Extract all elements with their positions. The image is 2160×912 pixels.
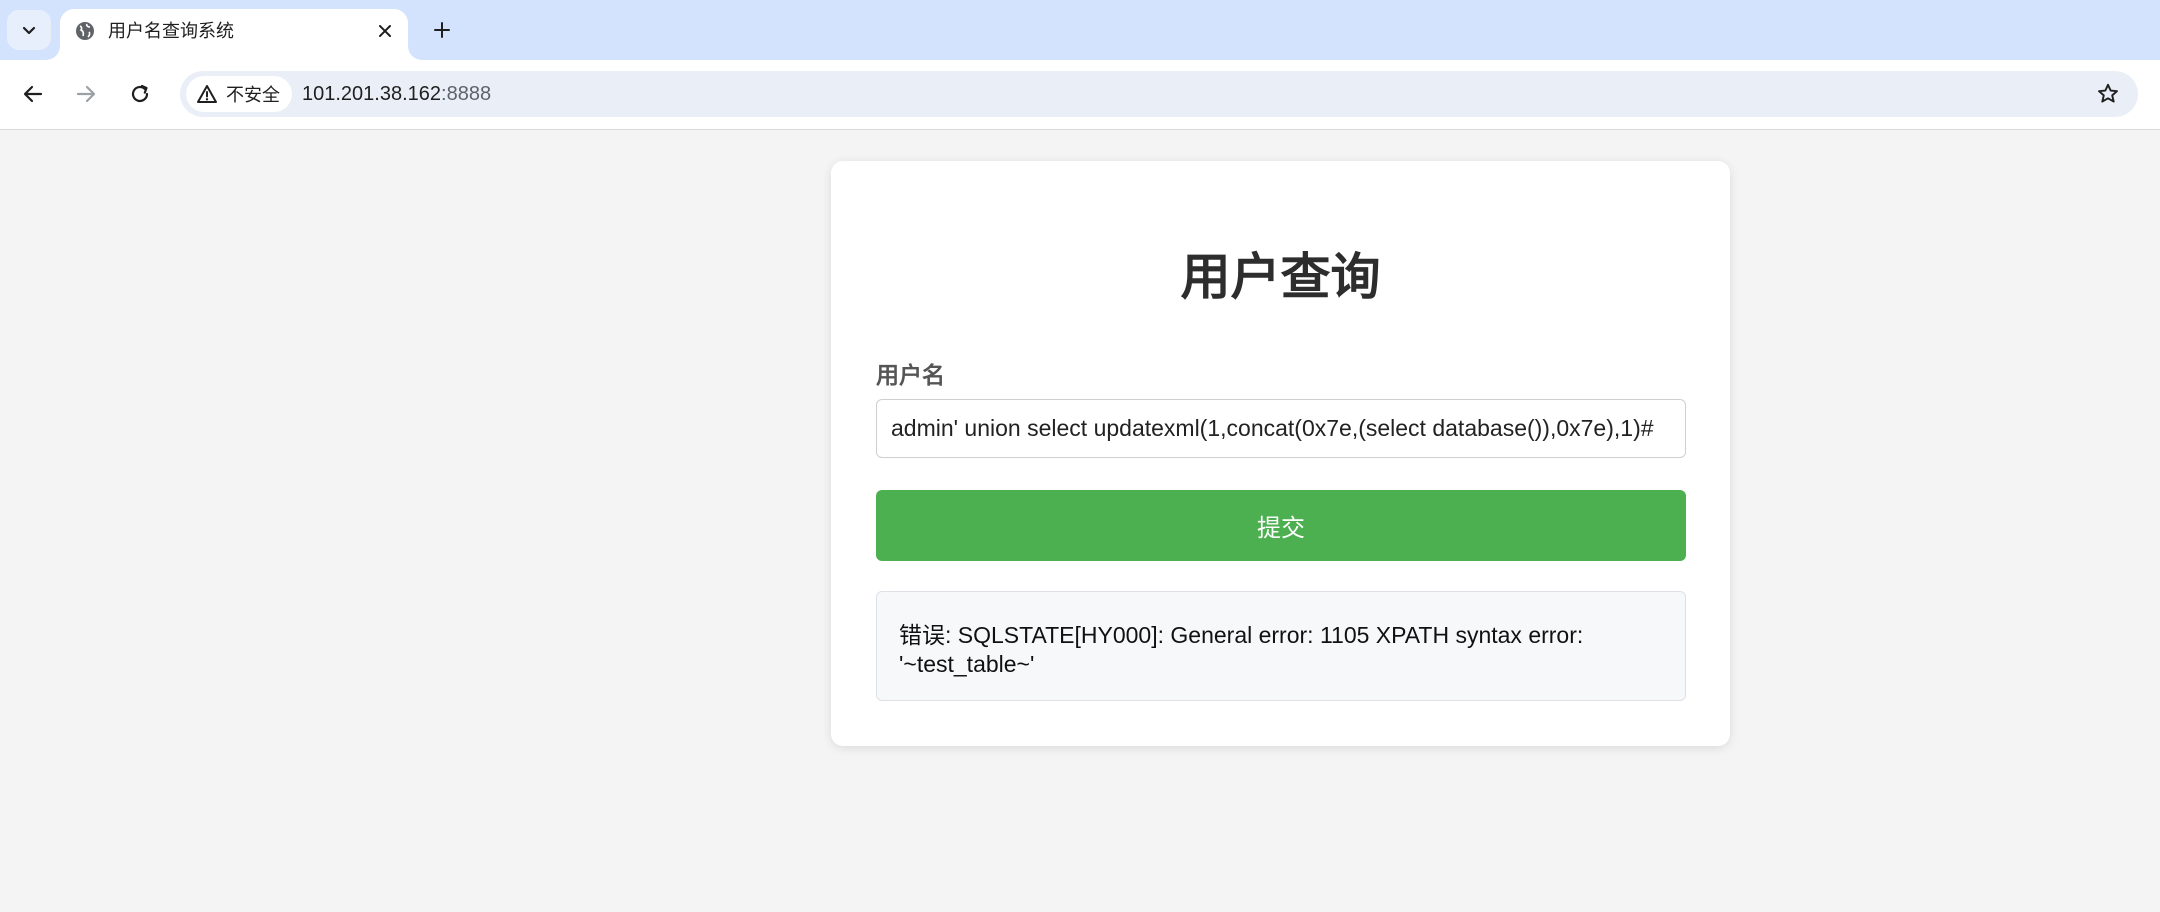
result-message: 错误: SQLSTATE[HY000]: General error: 1105… (876, 591, 1686, 701)
tab-title: 用户名查询系统 (108, 21, 234, 41)
username-label: 用户名 (876, 362, 945, 388)
browser-tab[interactable]: 用户名查询系统 (60, 9, 408, 60)
reload-button[interactable] (120, 74, 160, 114)
star-icon[interactable] (2092, 78, 2124, 110)
plus-icon (433, 21, 451, 39)
address-bar[interactable]: 不安全 101.201.38.162:8888 (180, 71, 2138, 117)
url-text[interactable]: 101.201.38.162:8888 (302, 83, 491, 105)
security-chip[interactable]: 不安全 (186, 76, 292, 112)
chevron-down-icon (20, 21, 38, 39)
url-host: 101.201.38.162 (302, 83, 442, 105)
reload-icon (129, 83, 151, 105)
close-icon[interactable] (372, 18, 398, 44)
arrow-right-icon (75, 83, 97, 105)
url-port: :8888 (441, 83, 492, 105)
page-title: 用户查询 (1180, 249, 1381, 305)
back-button[interactable] (13, 74, 53, 114)
security-label: 不安全 (226, 85, 280, 105)
tab-strip: 用户名查询系统 (0, 0, 2160, 60)
new-tab-button[interactable] (424, 12, 460, 48)
forward-button[interactable] (66, 74, 106, 114)
arrow-left-icon (22, 83, 44, 105)
warning-triangle-icon (196, 84, 218, 104)
username-input[interactable] (876, 399, 1686, 458)
globe-icon (74, 20, 96, 42)
tab-search-button[interactable] (7, 10, 51, 50)
browser-toolbar: 不安全 101.201.38.162:8888 (0, 60, 2160, 130)
submit-button[interactable]: 提交 (876, 490, 1686, 561)
query-card: 用户查询 用户名 提交 错误: SQLSTATE[HY000]: General… (831, 161, 1730, 746)
